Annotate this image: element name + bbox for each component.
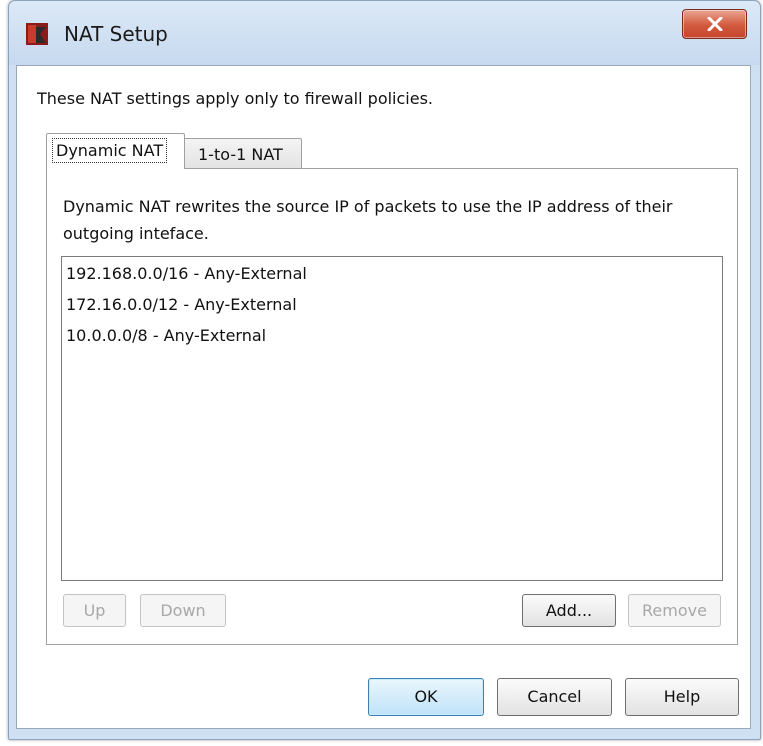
cancel-button[interactable]: Cancel — [497, 678, 612, 716]
window-title: NAT Setup — [64, 22, 168, 46]
tab-dynamic-nat[interactable]: Dynamic NAT — [46, 133, 185, 169]
tab-1-to-1-nat-label: 1-to-1 NAT — [198, 145, 283, 164]
nat-entry-list[interactable]: 192.168.0.0/16 - Any-External 172.16.0.0… — [61, 256, 723, 581]
app-icon — [26, 23, 48, 45]
close-x-icon — [707, 17, 723, 31]
remove-button[interactable]: Remove — [628, 594, 721, 627]
intro-text: These NAT settings apply only to firewal… — [37, 89, 433, 108]
add-button[interactable]: Add... — [522, 594, 616, 627]
up-button[interactable]: Up — [63, 594, 126, 627]
down-button[interactable]: Down — [140, 594, 226, 627]
panel-description: Dynamic NAT rewrites the source IP of pa… — [63, 197, 673, 243]
ok-button[interactable]: OK — [368, 678, 484, 716]
close-button[interactable] — [682, 9, 747, 39]
help-button[interactable]: Help — [625, 678, 739, 716]
list-item[interactable]: 172.16.0.0/12 - Any-External — [62, 293, 722, 324]
list-item[interactable]: 10.0.0.0/8 - Any-External — [62, 324, 722, 355]
tab-dynamic-nat-label: Dynamic NAT — [52, 138, 168, 163]
tab-1-to-1-nat[interactable]: 1-to-1 NAT — [185, 138, 302, 169]
list-item[interactable]: 192.168.0.0/16 - Any-External — [62, 262, 722, 293]
title-bar[interactable]: NAT Setup — [9, 1, 760, 65]
